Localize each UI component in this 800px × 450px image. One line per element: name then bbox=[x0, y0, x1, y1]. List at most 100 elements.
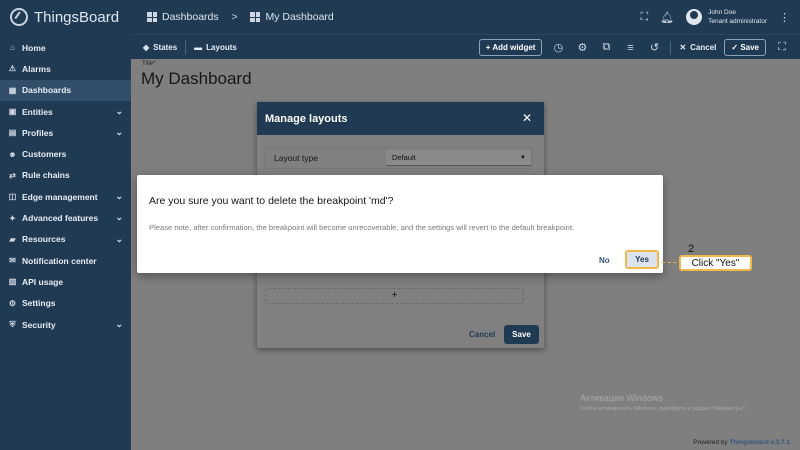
layouts-label: Layouts bbox=[206, 42, 237, 52]
dashboard-icon bbox=[250, 12, 261, 22]
security-icon: ⛨ bbox=[9, 319, 16, 329]
yes-button[interactable]: Yes bbox=[625, 250, 659, 269]
chevron-down-icon: ⌄ bbox=[115, 212, 123, 223]
sidebar: ThingsBoard ⌂ Home ⚠ Alarms ▦ Dashboards ▣ Enti… bbox=[0, 0, 131, 450]
page-title[interactable]: My Dashboard bbox=[141, 69, 252, 89]
layout-type-select[interactable]: Default ▼ bbox=[386, 150, 531, 166]
powered-by-footer: Powered by Thingsboard v.3.7.1 bbox=[693, 439, 790, 446]
filter-icon[interactable]: ≡ bbox=[622, 42, 638, 54]
sidebar-item-advanced-features[interactable]: ✦ Advanced features ⌄ bbox=[0, 207, 131, 228]
entities-icon: ▣ bbox=[8, 107, 17, 117]
sidebar-item-profiles[interactable]: ▤ Profiles ⌄ bbox=[0, 122, 131, 143]
breadcrumb-separator: > bbox=[231, 11, 238, 23]
sidebar-item-entities[interactable]: ▣ Entities ⌄ bbox=[0, 101, 131, 122]
layouts-icon: ▬ bbox=[194, 42, 203, 52]
breadcrumb-current: My Dashboard bbox=[265, 11, 334, 23]
top-right-controls: ⛶ 🔔︎ John Doe Tenant administrator ⋮ bbox=[640, 0, 790, 34]
chevron-down-icon: ⌄ bbox=[115, 191, 123, 202]
edge-icon: ◫ bbox=[8, 192, 17, 202]
top-bar: Dashboards > My Dashboard ⛶ 🔔︎ John Doe … bbox=[131, 0, 800, 34]
settings-gear-icon[interactable]: ⚙ bbox=[574, 41, 590, 54]
chevron-down-icon: ⌄ bbox=[115, 127, 123, 138]
resources-icon: ▰ bbox=[9, 234, 16, 244]
step-number: 2 bbox=[688, 243, 695, 255]
toolbar-divider bbox=[185, 40, 187, 54]
cancel-label: Cancel bbox=[690, 43, 717, 52]
app-name: ThingsBoard bbox=[34, 8, 120, 26]
manage-layouts-header: Manage layouts bbox=[257, 102, 544, 135]
powered-by-link[interactable]: Thingsboard v.3.7.1 bbox=[729, 439, 790, 446]
toolbar-right: + Add widget ◷ ⚙ ⧉ ≡ ↺ ✕ Cancel ✓ Save ⛶ bbox=[478, 35, 790, 60]
fullscreen-toggle-icon[interactable]: ⛶ bbox=[774, 41, 790, 54]
fullscreen-icon[interactable]: ⛶ bbox=[640, 11, 648, 24]
powered-by-prefix: Powered by bbox=[693, 439, 730, 446]
layouts-button[interactable]: ▬ Layouts bbox=[194, 43, 237, 52]
notifications-bell-icon[interactable]: 🔔︎ bbox=[660, 11, 674, 24]
toolbar-divider-right bbox=[670, 40, 672, 55]
sidebar-item-label: Alarms bbox=[22, 63, 51, 74]
timewindow-clock-icon[interactable]: ◷ bbox=[550, 41, 566, 54]
avatar[interactable] bbox=[686, 9, 703, 25]
sidebar-item-settings[interactable]: ⚙ Settings bbox=[0, 293, 131, 314]
breadcrumb-dashboards[interactable]: Dashboards bbox=[162, 11, 219, 23]
rule-chains-icon: ⇄ bbox=[9, 170, 16, 180]
sidebar-item-customers[interactable]: ☻ Customers bbox=[0, 143, 131, 164]
settings-icon: ⚙ bbox=[8, 298, 17, 308]
close-icon[interactable]: ✕ bbox=[522, 111, 532, 125]
confirm-message: Please note, after confirmation, the bre… bbox=[149, 223, 575, 232]
sidebar-item-label: Advanced features bbox=[22, 213, 99, 224]
watermark-line1: Активация Windows bbox=[580, 393, 663, 403]
logo[interactable]: ThingsBoard bbox=[0, 0, 131, 34]
no-button[interactable]: No bbox=[599, 256, 610, 265]
sidebar-item-label: Dashboards bbox=[22, 85, 72, 96]
sidebar-item-home[interactable]: ⌂ Home bbox=[0, 37, 131, 58]
sidebar-item-security[interactable]: ⛨ Security ⌄ bbox=[0, 314, 131, 335]
dropdown-caret-icon: ▼ bbox=[520, 155, 526, 161]
sidebar-item-label: Resources bbox=[22, 234, 66, 245]
breadcrumb: Dashboards > My Dashboard bbox=[147, 11, 334, 23]
add-breakpoint-button[interactable]: + bbox=[265, 288, 524, 304]
add-widget-button[interactable]: + Add widget bbox=[478, 39, 543, 56]
save-button[interactable]: ✓ Save bbox=[724, 39, 766, 56]
thingsboard-logo-icon bbox=[10, 8, 28, 26]
notification-icon: ✉ bbox=[9, 256, 16, 266]
states-label: States bbox=[153, 42, 178, 52]
version-history-icon[interactable]: ↺ bbox=[646, 41, 662, 54]
sidebar-item-label: Entities bbox=[22, 106, 53, 117]
sidebar-item-notification-center[interactable]: ✉ Notification center bbox=[0, 250, 131, 271]
cancel-button[interactable]: ✕ Cancel bbox=[679, 43, 716, 52]
chevron-down-icon: ⌄ bbox=[115, 318, 123, 329]
user-role: Tenant administrator bbox=[708, 18, 767, 25]
states-icon: ◈ bbox=[143, 42, 150, 52]
sidebar-item-alarms[interactable]: ⚠ Alarms bbox=[0, 58, 131, 79]
sidebar-item-label: Profiles bbox=[22, 127, 54, 138]
sidebar-item-label: Notification center bbox=[22, 255, 97, 266]
sidebar-item-api-usage[interactable]: ▥ API usage bbox=[0, 271, 131, 292]
chevron-down-icon: ⌄ bbox=[115, 233, 123, 244]
sidebar-item-rule-chains[interactable]: ⇄ Rule chains bbox=[0, 165, 131, 186]
layouts-save-button[interactable]: Save bbox=[504, 325, 539, 344]
home-icon: ⌂ bbox=[10, 43, 15, 53]
watermark-line2: Чтобы активировать Windows, перейдите в … bbox=[580, 406, 747, 412]
step-callout: Click "Yes" bbox=[679, 255, 752, 271]
layouts-cancel-button[interactable]: Cancel bbox=[469, 330, 495, 339]
close-icon: ✕ bbox=[679, 43, 687, 52]
sidebar-item-label: Customers bbox=[22, 149, 67, 160]
dashboards-icon: ▦ bbox=[8, 85, 17, 95]
customers-icon: ☻ bbox=[8, 149, 17, 159]
sidebar-item-label: API usage bbox=[22, 276, 64, 287]
dashboard-toolbar: ◈ States ▬ Layouts + Add widget ◷ ⚙ ⧉ ≡ … bbox=[131, 34, 800, 59]
user-info[interactable]: John Doe Tenant administrator bbox=[708, 8, 767, 26]
more-vert-icon[interactable]: ⋮ bbox=[779, 11, 790, 24]
sidebar-item-resources[interactable]: ▰ Resources ⌄ bbox=[0, 229, 131, 250]
title-field-label: Title* bbox=[142, 61, 156, 67]
states-button[interactable]: ◈ States bbox=[143, 43, 177, 52]
sidebar-item-edge-management[interactable]: ◫ Edge management ⌄ bbox=[0, 186, 131, 207]
layout-type-row: Layout type Default ▼ bbox=[265, 147, 532, 169]
alarm-icon: ⚠ bbox=[8, 64, 17, 74]
entity-aliases-icon[interactable]: ⧉ bbox=[598, 41, 614, 54]
manage-layouts-title: Manage layouts bbox=[265, 112, 348, 125]
confirm-title: Are you sure you want to delete the brea… bbox=[149, 195, 394, 207]
sidebar-item-label: Security bbox=[22, 319, 56, 330]
sidebar-item-dashboards[interactable]: ▦ Dashboards bbox=[0, 79, 131, 101]
